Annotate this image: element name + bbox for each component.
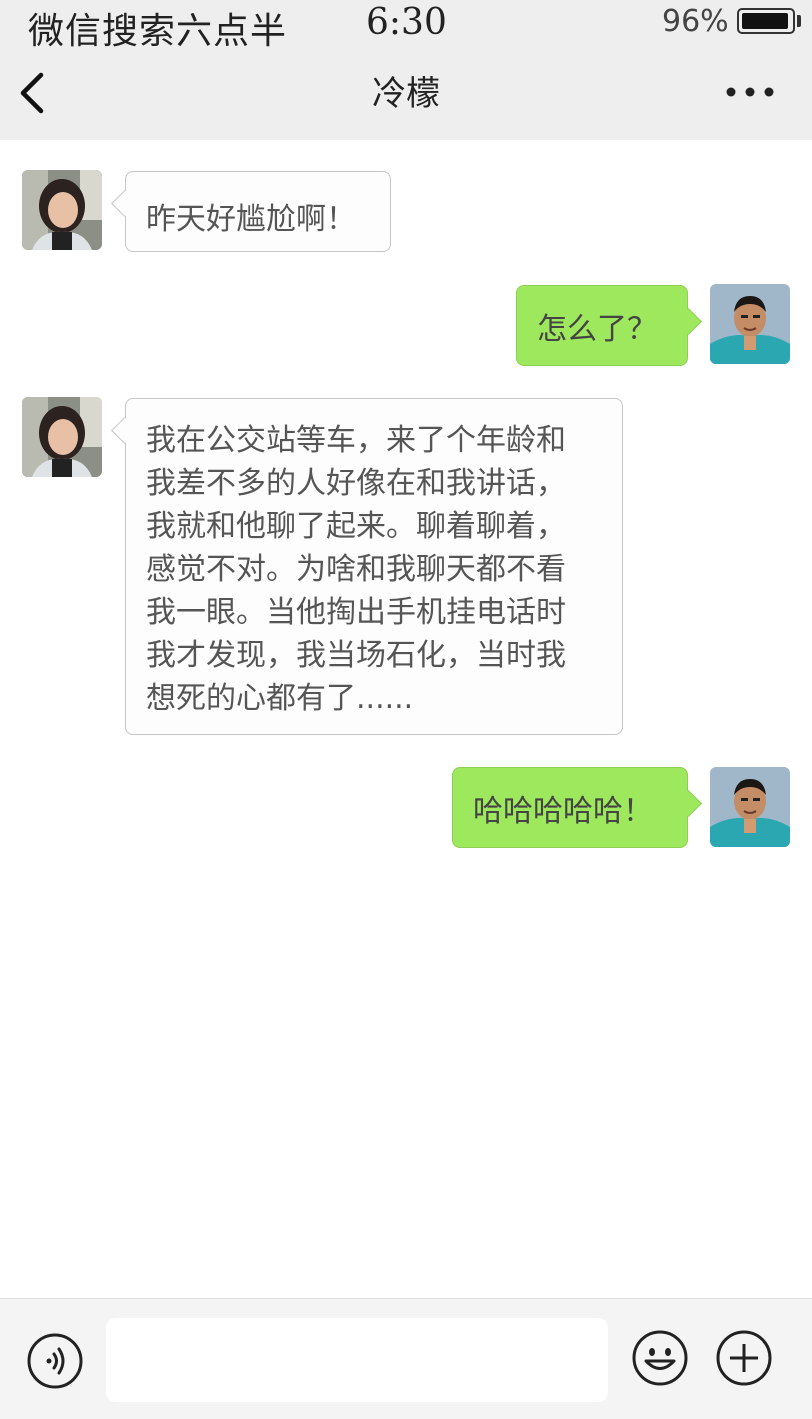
battery-percent: 96% xyxy=(662,4,729,39)
message-line: 想死的心都有了...... xyxy=(146,681,414,716)
chat-title: 冷檬 xyxy=(372,74,440,114)
plus-icon xyxy=(716,1330,772,1386)
contact-avatar-image xyxy=(22,397,102,477)
message-text: 昨天好尴尬啊！ xyxy=(146,202,356,237)
message-line: 我才发现，我当场石化，当时我 xyxy=(146,638,566,673)
ellipsis-icon xyxy=(726,87,774,97)
message-bubble-outgoing[interactable]: 哈哈哈哈哈！ xyxy=(452,767,688,848)
voice-button[interactable] xyxy=(26,1332,84,1390)
my-avatar-image xyxy=(710,767,790,847)
more-button[interactable] xyxy=(722,80,778,104)
message-line: 我就和他聊了起来。聊着聊着， xyxy=(146,509,566,544)
message-line: 感觉不对。为啥和我聊天都不看 xyxy=(146,552,566,587)
my-avatar[interactable] xyxy=(710,284,790,364)
message-text: 怎么了？ xyxy=(537,312,657,347)
message-line: 我在公交站等车，来了个年龄和 xyxy=(146,423,566,458)
message-line: 我差不多的人好像在和我讲话， xyxy=(146,466,566,501)
battery-tip xyxy=(797,15,801,27)
emoji-button[interactable] xyxy=(631,1329,689,1387)
contact-avatar[interactable] xyxy=(22,170,102,250)
my-avatar-image xyxy=(710,284,790,364)
message-bubble-incoming[interactable]: 我在公交站等车，来了个年龄和 我差不多的人好像在和我讲话， 我就和他聊了起来。聊… xyxy=(125,398,623,735)
message-line: 我一眼。当他掏出手机挂电话时 xyxy=(146,595,566,630)
my-avatar[interactable] xyxy=(710,767,790,847)
status-carrier: 微信搜索六点半 xyxy=(28,11,288,52)
input-bar xyxy=(0,1298,812,1419)
top-bar: 微信搜索六点半 6:30 96% 冷檬 xyxy=(0,0,812,140)
emoji-icon xyxy=(632,1330,688,1386)
message-bubble-incoming[interactable]: 昨天好尴尬啊！ xyxy=(125,171,391,252)
contact-avatar[interactable] xyxy=(22,397,102,477)
status-time: 6:30 xyxy=(366,2,447,43)
message-text: 哈哈哈哈哈！ xyxy=(473,794,653,829)
more-functions-button[interactable] xyxy=(715,1329,773,1387)
message-bubble-outgoing[interactable]: 怎么了？ xyxy=(516,285,688,366)
contact-avatar-image xyxy=(22,170,102,250)
voice-icon xyxy=(27,1333,83,1389)
battery-icon xyxy=(737,8,795,34)
battery-level xyxy=(742,13,788,29)
message-input[interactable] xyxy=(106,1318,608,1402)
